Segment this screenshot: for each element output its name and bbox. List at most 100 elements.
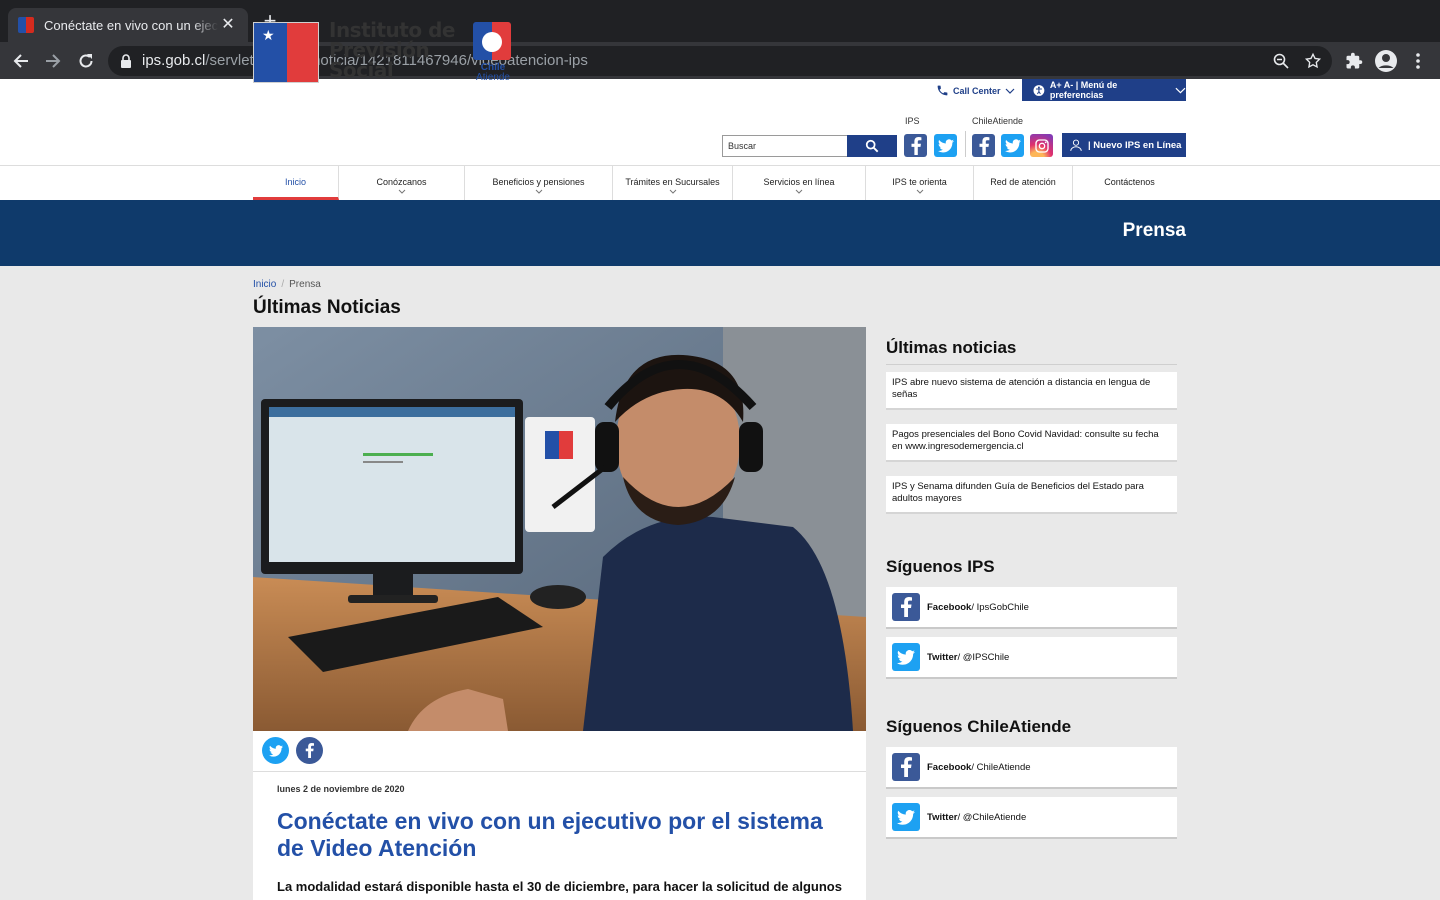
sidebar-news-heading: Últimas noticias <box>886 338 1017 357</box>
banner-title: Prensa <box>1122 220 1186 241</box>
site-favicon-icon <box>18 17 34 33</box>
call-center-button[interactable]: Call Center <box>936 84 1015 97</box>
nav-item-beneficios[interactable]: Beneficios y pensiones <box>465 166 613 200</box>
follow-handle: / IpsGobChile <box>971 601 1029 613</box>
section-banner: Prensa <box>0 200 1440 266</box>
chevron-down-icon <box>1005 88 1014 94</box>
article-photo <box>253 327 866 731</box>
twitter-icon <box>892 803 920 831</box>
share-facebook-icon[interactable] <box>296 737 323 764</box>
site-header <box>0 79 1440 166</box>
extensions-icon[interactable] <box>1341 48 1367 74</box>
user-icon <box>1070 139 1082 151</box>
sidebar-news-item[interactable]: Pagos presenciales del Bono Covid Navida… <box>886 424 1177 462</box>
breadcrumb-current: Prensa <box>289 279 321 290</box>
sidebar-rule <box>886 364 1177 365</box>
chileatiende-instagram-icon[interactable] <box>1030 134 1053 157</box>
ips-social-label: IPS <box>905 116 920 126</box>
main-nav: Inicio Conózcanos Beneficios y pensiones… <box>0 166 1440 200</box>
profile-avatar-icon[interactable] <box>1373 48 1399 74</box>
sidebar-news-item[interactable]: IPS abre nuevo sistema de atención a dis… <box>886 372 1177 410</box>
follow-handle: / @ChileAtiende <box>957 811 1027 823</box>
social-divider <box>965 131 966 157</box>
browser-menu-icon[interactable] <box>1405 48 1431 74</box>
follow-network: Twitter <box>927 651 958 663</box>
chileatiende-twitter-icon[interactable] <box>1001 134 1024 157</box>
sidebar-follow-ips-heading: Síguenos IPS <box>886 557 995 576</box>
preferences-label: A+ A- | Menú de preferencias <box>1049 80 1118 100</box>
breadcrumb-home-link[interactable]: Inicio <box>253 279 276 290</box>
follow-handle: / @IPSChile <box>957 651 1010 663</box>
follow-ca-facebook[interactable]: Facebook / ChileAtiende <box>886 747 1177 789</box>
nav-label: IPS te orienta <box>892 177 947 187</box>
facebook-icon <box>892 753 920 781</box>
nav-item-servicios[interactable]: Servicios en línea <box>733 166 866 200</box>
ips-en-linea-button[interactable]: | Nuevo IPS en Línea <box>1062 133 1186 157</box>
ips-logo-text[interactable]: Instituto de Previsión Social <box>329 20 459 80</box>
browser-tab[interactable]: Conéctate en vivo con un ejecutivo por e… <box>8 8 248 42</box>
article-card: lunes 2 de noviembre de 2020 Conéctate e… <box>253 327 866 900</box>
nav-item-conozcanos[interactable]: Conózcanos <box>339 166 465 200</box>
ips-en-linea-label: | Nuevo IPS en Línea <box>1088 139 1182 151</box>
lock-icon <box>120 54 132 73</box>
breadcrumb: Inicio / Prensa <box>253 279 321 290</box>
share-twitter-icon[interactable] <box>262 737 289 764</box>
chevron-down-icon <box>795 189 803 194</box>
chevron-down-icon <box>535 189 542 194</box>
nav-item-contactenos[interactable]: Contáctenos <box>1073 166 1186 200</box>
sidebar-news-item[interactable]: IPS y Senama difunden Guía de Beneficios… <box>886 476 1177 514</box>
search-button[interactable] <box>847 135 897 157</box>
chevron-down-icon <box>1175 87 1186 94</box>
follow-network: Facebook <box>927 601 972 613</box>
tab-title: Conéctate en vivo con un ejecutivo por e… <box>44 17 218 33</box>
nav-item-orienta[interactable]: IPS te orienta <box>866 166 974 200</box>
twitter-icon <box>892 643 920 671</box>
bookmark-star-icon[interactable] <box>1304 52 1322 75</box>
nav-label: Trámites en Sucursales <box>625 177 720 187</box>
article-divider <box>253 771 866 772</box>
nav-label: Inicio <box>284 177 306 187</box>
chileatiende-social-label: ChileAtiende <box>972 116 1024 126</box>
nav-item-inicio[interactable]: Inicio <box>253 166 339 200</box>
search-input[interactable]: Buscar <box>722 135 848 157</box>
article-date: lunes 2 de noviembre de 2020 <box>277 784 405 794</box>
follow-ca-twitter[interactable]: Twitter / @ChileAtiende <box>886 797 1177 839</box>
browser-tabstrip: Conéctate en vivo con un ejecutivo por e… <box>0 0 1440 42</box>
ips-logo-icon[interactable]: ★ <box>253 22 319 83</box>
browser-toolbar: ips.gob.cl/servlet/internet/noticia/1421… <box>0 42 1440 79</box>
follow-handle: / ChileAtiende <box>971 761 1031 773</box>
article-title: Conéctate en vivo con un ejecutivo por e… <box>277 808 823 861</box>
chileatiende-logo[interactable]: Chile Atiende <box>473 22 513 84</box>
chileatiende-facebook-icon[interactable] <box>972 134 995 157</box>
forward-icon[interactable] <box>40 48 66 74</box>
follow-network: Facebook <box>927 761 972 773</box>
chevron-down-icon <box>669 189 676 194</box>
facebook-icon <box>892 593 920 621</box>
nav-item-tramites[interactable]: Trámites en Sucursales <box>613 166 733 200</box>
preferences-menu-button[interactable]: A+ A- | Menú de preferencias <box>1022 79 1186 101</box>
ips-facebook-icon[interactable] <box>904 134 927 157</box>
follow-ips-facebook[interactable]: Facebook / IpsGobChile <box>886 587 1177 629</box>
share-buttons <box>262 737 323 764</box>
phone-icon <box>937 85 948 96</box>
back-icon[interactable] <box>8 48 34 74</box>
page-title: Últimas Noticias <box>253 297 401 318</box>
nav-label: Red de atención <box>990 177 1056 187</box>
nav-label: Servicios en línea <box>763 177 835 187</box>
breadcrumb-separator: / <box>281 279 285 290</box>
nav-label: Conózcanos <box>376 177 427 187</box>
accessibility-icon <box>1033 84 1045 96</box>
zoom-icon[interactable] <box>1272 52 1290 75</box>
ips-twitter-icon[interactable] <box>934 134 957 157</box>
nav-item-red[interactable]: Red de atención <box>974 166 1073 200</box>
chevron-down-icon <box>398 189 405 194</box>
chevron-down-icon <box>916 189 923 194</box>
follow-network: Twitter <box>927 811 958 823</box>
follow-ips-twitter[interactable]: Twitter / @IPSChile <box>886 637 1177 679</box>
sidebar-follow-ca-heading: Síguenos ChileAtiende <box>886 717 1072 736</box>
close-tab-icon[interactable]: ✕ <box>218 17 238 33</box>
article-lead: La modalidad estará disponible hasta el … <box>277 879 842 894</box>
reload-icon[interactable] <box>73 48 99 74</box>
nav-label: Contáctenos <box>1104 177 1155 187</box>
nav-label: Beneficios y pensiones <box>492 177 585 187</box>
